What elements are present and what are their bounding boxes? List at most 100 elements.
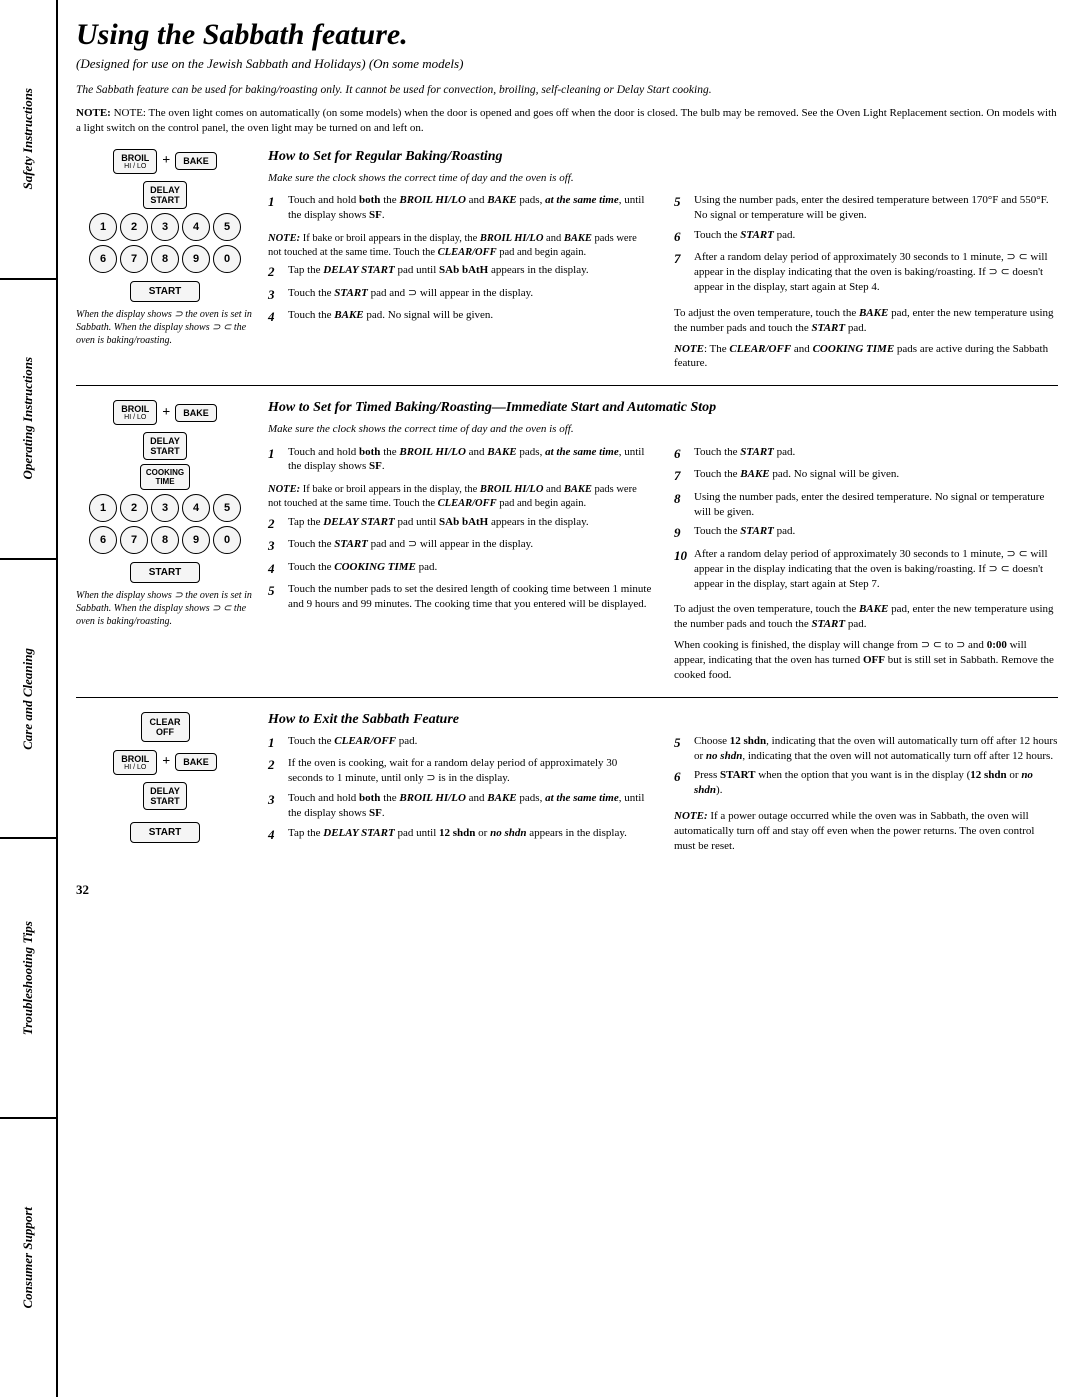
section3-steps-right: 5 Choose 12 shdn, indicating that the ov…: [674, 734, 1058, 854]
page-number: 32: [76, 882, 1058, 898]
section2-steps-right: 6 Touch the START pad. 7 Touch the BAKE …: [674, 445, 1058, 683]
sidebar-label-safety: Safety Instructions: [20, 88, 36, 190]
section1-two-col: 1 Touch and hold both the BROIL HI/LO an…: [268, 193, 1058, 371]
keypad-diagram-1: BROILHI / LO + BAKE DELAYSTART 1 2 3 4 5…: [76, 149, 254, 302]
sidebar: Safety Instructions Operating Instructio…: [0, 0, 58, 1397]
num-8-btn-1[interactable]: 8: [151, 245, 179, 273]
start-btn-2[interactable]: START: [130, 562, 201, 583]
numpad-row1-2: 1 2 3 4 5: [89, 494, 241, 522]
start-btn-1[interactable]: START: [130, 281, 201, 302]
bake-btn-1[interactable]: BAKE: [175, 152, 217, 170]
step-1-6: 6 Touch the START pad.: [674, 228, 1058, 246]
delay-start-btn-1[interactable]: DELAYSTART: [143, 181, 187, 209]
step-2-9: 9 Touch the START pad.: [674, 524, 1058, 542]
num-2-btn-1[interactable]: 2: [120, 213, 148, 241]
num-9-btn-2[interactable]: 9: [182, 526, 210, 554]
page-title: Using the Sabbath feature.: [76, 18, 1058, 52]
num-2-btn-2[interactable]: 2: [120, 494, 148, 522]
broil-hi-lo-btn-3[interactable]: BROILHI / LO: [113, 750, 157, 775]
top-buttons-1: BROILHI / LO + BAKE: [113, 149, 217, 174]
section2-heading: How to Set for Timed Baking/Roasting—Imm…: [268, 400, 1058, 416]
step-2-4: 4 Touch the COOKING TIME pad.: [268, 560, 652, 578]
section-exit-sabbath: CLEAROFF BROILHI / LO + BAKE DELAYSTART …: [76, 712, 1058, 868]
step-3-6: 6 Press START when the option that you w…: [674, 768, 1058, 798]
step-3-1: 1 Touch the CLEAR/OFF pad.: [268, 734, 652, 752]
step-2-6: 6 Touch the START pad.: [674, 445, 1058, 463]
section2-subheading: Make sure the clock shows the correct ti…: [268, 422, 1058, 436]
clear-off-btn[interactable]: CLEAROFF: [141, 712, 190, 742]
step-2-3: 3 Touch the START pad and ⊃ will appear …: [268, 537, 652, 555]
step-1-5: 5 Using the number pads, enter the desir…: [674, 193, 1058, 223]
page-subtitle: (Designed for use on the Jewish Sabbath …: [76, 56, 1058, 72]
section3-heading: How to Exit the Sabbath Feature: [268, 712, 1058, 728]
step-1-note: NOTE: If bake or broil appears in the di…: [268, 232, 652, 259]
numpad-row2-1: 6 7 8 9 0: [89, 245, 241, 273]
top-buttons-2: BROILHI / LO + BAKE: [113, 400, 217, 425]
section1-subheading: Make sure the clock shows the correct ti…: [268, 171, 1058, 185]
numpad-row1-1: 1 2 3 4 5: [89, 213, 241, 241]
delay-start-btn-3[interactable]: DELAYSTART: [143, 782, 187, 810]
num-8-btn-2[interactable]: 8: [151, 526, 179, 554]
section1-left-col: BROILHI / LO + BAKE DELAYSTART 1 2 3 4 5…: [76, 149, 254, 371]
sidebar-section-operating: Operating Instructions: [0, 280, 56, 560]
step-2-10: 10 After a random delay period of approx…: [674, 547, 1058, 592]
num-0-btn-1[interactable]: 0: [213, 245, 241, 273]
keypad-diagram-2: BROILHI / LO + BAKE DELAYSTART COOKINGTI…: [76, 400, 254, 583]
step-2-note: NOTE: If bake or broil appears in the di…: [268, 483, 652, 510]
page: Safety Instructions Operating Instructio…: [0, 0, 1080, 1397]
start-btn-3[interactable]: START: [130, 822, 201, 843]
cooking-time-btn[interactable]: COOKINGTIME: [140, 464, 190, 490]
sidebar-label-troubleshooting: Troubleshooting Tips: [20, 921, 36, 1035]
step-3-5: 5 Choose 12 shdn, indicating that the ov…: [674, 734, 1058, 764]
section1-steps-left: 1 Touch and hold both the BROIL HI/LO an…: [268, 193, 652, 371]
section3-power-note: NOTE: If a power outage occurred while t…: [674, 809, 1058, 854]
section1-right-col: How to Set for Regular Baking/Roasting M…: [268, 149, 1058, 371]
sidebar-section-troubleshooting: Troubleshooting Tips: [0, 839, 56, 1119]
num-5-btn-1[interactable]: 5: [213, 213, 241, 241]
num-6-btn-1[interactable]: 6: [89, 245, 117, 273]
note-text: NOTE: NOTE: The oven light comes on auto…: [76, 106, 1058, 137]
numpad-row2-2: 6 7 8 9 0: [89, 526, 241, 554]
num-1-btn-1[interactable]: 1: [89, 213, 117, 241]
num-0-btn-2[interactable]: 0: [213, 526, 241, 554]
bake-btn-2[interactable]: BAKE: [175, 404, 217, 422]
sidebar-label-consumer: Consumer Support: [20, 1207, 36, 1309]
plus-sign-3: +: [162, 754, 170, 770]
step-2-2: 2 Tap the DELAY START pad until SAb bAtH…: [268, 515, 652, 533]
sidebar-section-consumer: Consumer Support: [0, 1119, 56, 1397]
section3-steps-left: 1 Touch the CLEAR/OFF pad. 2 If the oven…: [268, 734, 652, 854]
section-regular-baking: BROILHI / LO + BAKE DELAYSTART 1 2 3 4 5…: [76, 149, 1058, 386]
num-9-btn-1[interactable]: 9: [182, 245, 210, 273]
num-5-btn-2[interactable]: 5: [213, 494, 241, 522]
intro-text: The Sabbath feature can be used for baki…: [76, 82, 1058, 98]
keypad-diagram-3: CLEAROFF BROILHI / LO + BAKE DELAYSTART …: [76, 712, 254, 843]
delay-start-btn-2[interactable]: DELAYSTART: [143, 432, 187, 460]
step-2-7: 7 Touch the BAKE pad. No signal will be …: [674, 467, 1058, 485]
num-7-btn-2[interactable]: 7: [120, 526, 148, 554]
num-7-btn-1[interactable]: 7: [120, 245, 148, 273]
num-3-btn-1[interactable]: 3: [151, 213, 179, 241]
sidebar-label-care: Care and Cleaning: [20, 648, 36, 750]
section3-right-col: How to Exit the Sabbath Feature 1 Touch …: [268, 712, 1058, 854]
step-1-4: 4 Touch the BAKE pad. No signal will be …: [268, 308, 652, 326]
broil-hi-lo-btn-2[interactable]: BROILHI / LO: [113, 400, 157, 425]
num-6-btn-2[interactable]: 6: [89, 526, 117, 554]
plus-sign-2: +: [162, 405, 170, 421]
num-4-btn-1[interactable]: 4: [182, 213, 210, 241]
step-1-7: 7 After a random delay period of approxi…: [674, 250, 1058, 295]
diagram-caption-2: When the display shows ⊃ the oven is set…: [76, 589, 254, 628]
num-3-btn-2[interactable]: 3: [151, 494, 179, 522]
num-1-btn-2[interactable]: 1: [89, 494, 117, 522]
step-1-3: 3 Touch the START pad and ⊃ will appear …: [268, 286, 652, 304]
step-3-2: 2 If the oven is cooking, wait for a ran…: [268, 756, 652, 786]
broil-hi-lo-btn-1[interactable]: BROILHI / LO: [113, 149, 157, 174]
section2-cooking-done: When cooking is finished, the display wi…: [674, 638, 1058, 683]
bake-btn-3[interactable]: BAKE: [175, 753, 217, 771]
main-content: Using the Sabbath feature. (Designed for…: [58, 0, 1080, 1397]
top-buttons-3: BROILHI / LO + BAKE: [113, 750, 217, 775]
step-1-2: 2 Tap the DELAY START pad until SAb bAtH…: [268, 263, 652, 281]
step-3-4: 4 Tap the DELAY START pad until 12 shdn …: [268, 826, 652, 844]
num-4-btn-2[interactable]: 4: [182, 494, 210, 522]
plus-sign-1: +: [162, 153, 170, 169]
section3-two-col: 1 Touch the CLEAR/OFF pad. 2 If the oven…: [268, 734, 1058, 854]
